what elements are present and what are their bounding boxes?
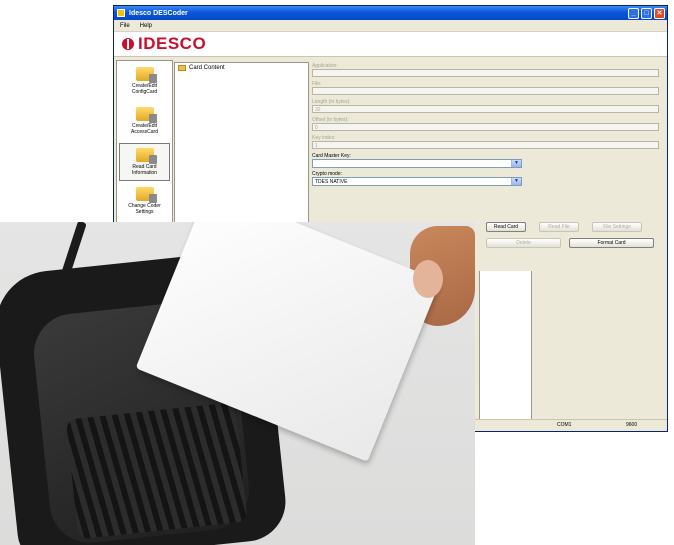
- format-card-button[interactable]: Format Card: [569, 238, 654, 248]
- minimize-button[interactable]: _: [628, 7, 639, 19]
- maximize-button[interactable]: □: [641, 7, 652, 19]
- logo-bar: IDESCO: [114, 32, 667, 57]
- chevron-down-icon[interactable]: ▼: [511, 160, 521, 167]
- finger-nail: [413, 260, 443, 298]
- sidebar-item-read-card[interactable]: Read Card Information: [119, 143, 170, 181]
- app-icon: [117, 9, 125, 17]
- card-read-icon: [135, 148, 157, 164]
- close-button[interactable]: ✕: [654, 7, 665, 19]
- title-bar: Idesco DESCoder _ □ ✕: [114, 6, 667, 20]
- master-key-select[interactable]: ▼: [312, 159, 522, 168]
- menu-bar: File Help: [114, 20, 667, 32]
- sidebar-item-label: Create/Edit AccessCard: [131, 123, 158, 135]
- settings-icon: [135, 187, 157, 203]
- status-port: COM1: [557, 422, 572, 428]
- key-index-field: 1: [312, 141, 659, 149]
- application-field: [312, 69, 659, 77]
- length-field: 32: [312, 105, 659, 113]
- tree-node-card-content[interactable]: Card Content: [175, 63, 308, 73]
- delete-button[interactable]: Delete: [486, 238, 561, 248]
- card-fields-panel: Application: File: Length (in bytes): 32…: [312, 62, 662, 189]
- menu-file[interactable]: File: [120, 23, 130, 29]
- sidebar-item-label: Change Coder Settings: [128, 203, 161, 215]
- folder-icon: [178, 65, 186, 71]
- read-file-button[interactable]: Read File: [539, 222, 579, 232]
- file-field: [312, 87, 659, 95]
- sidebar-item-label: Read Card Information: [131, 164, 157, 176]
- tree-node-label: Card Content: [189, 65, 225, 71]
- offset-field: 0: [312, 123, 659, 131]
- crypto-mode-select[interactable]: TDES NATIVE ▼: [312, 177, 522, 186]
- idesco-logo-icon: [122, 38, 134, 50]
- card-edit-icon: [135, 107, 157, 123]
- sidebar-item-access-card[interactable]: Create/Edit AccessCard: [119, 103, 170, 141]
- menu-help[interactable]: Help: [140, 23, 152, 29]
- card-reader-photo: [0, 222, 475, 545]
- status-baud: 9600: [626, 422, 638, 428]
- logo-text: IDESCO: [138, 34, 207, 53]
- reader-ridges: [65, 402, 248, 540]
- card-edit-icon: [135, 67, 157, 83]
- chevron-down-icon[interactable]: ▼: [511, 178, 521, 185]
- sidebar-item-config-card[interactable]: Create/Edit ConfigCard: [119, 63, 170, 101]
- crypto-mode-value: TDES NATIVE: [315, 179, 348, 185]
- window-title: Idesco DESCoder: [129, 9, 188, 17]
- result-list[interactable]: [479, 271, 532, 420]
- sidebar-item-coder-settings[interactable]: Change Coder Settings: [119, 183, 170, 221]
- file-settings-button[interactable]: File Settings: [592, 222, 642, 232]
- sidebar-item-label: Create/Edit ConfigCard: [131, 83, 158, 95]
- read-card-button[interactable]: Read Card: [486, 222, 526, 232]
